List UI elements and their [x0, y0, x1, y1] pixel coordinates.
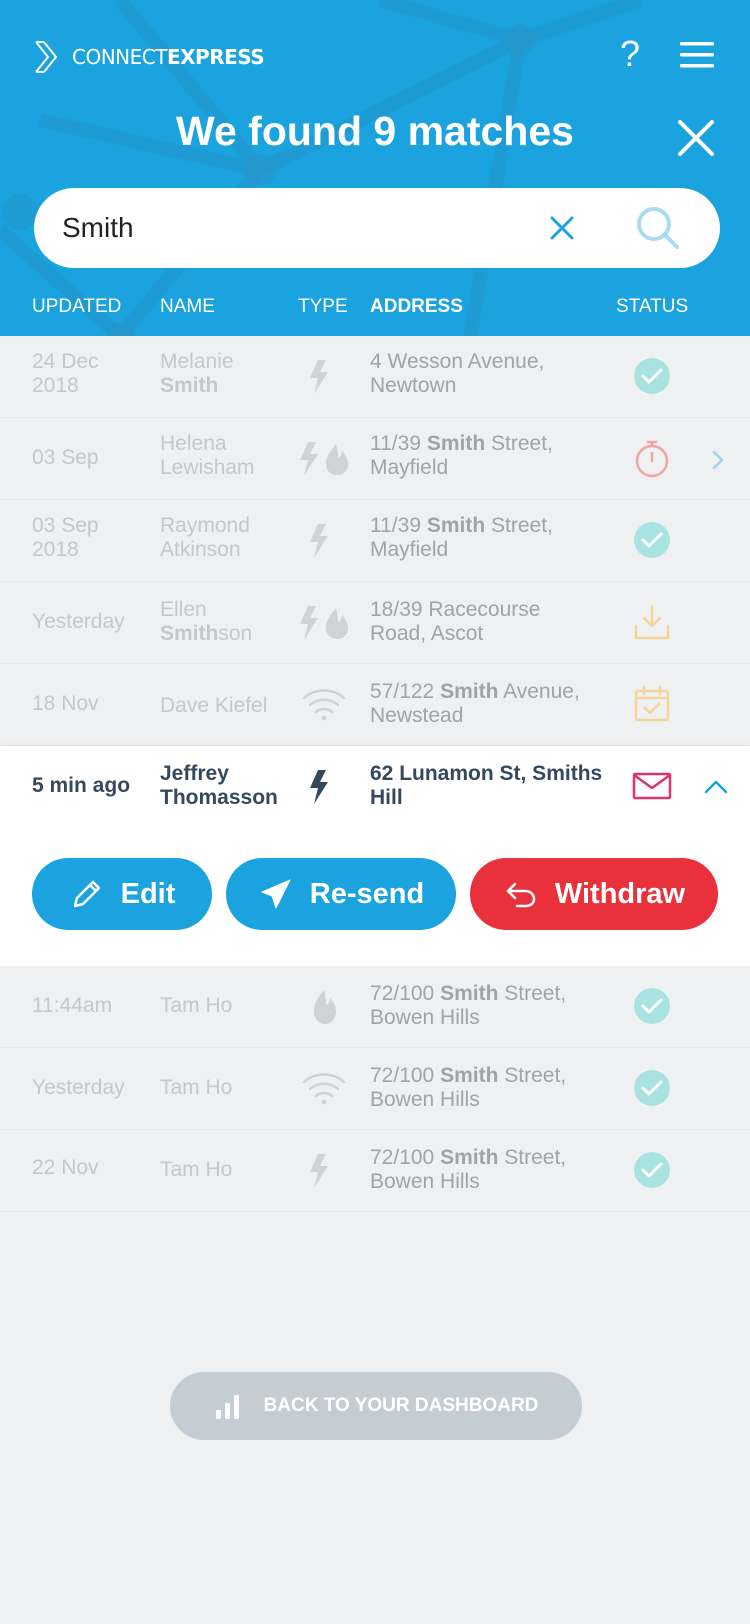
- row-name: Helena Lewisham: [160, 432, 255, 479]
- check-icon: [634, 1070, 670, 1106]
- row-updated: 03 Sep 2018: [32, 514, 99, 561]
- row-name: Tam Ho: [160, 1076, 233, 1099]
- search-icon[interactable]: [634, 204, 682, 252]
- table-row[interactable]: 22 Nov Tam Ho 72/100 Smith Street, Bowen …: [0, 1130, 750, 1212]
- help-button[interactable]: ?: [610, 32, 650, 76]
- row-updated: Yesterday: [32, 610, 125, 633]
- column-header-updated[interactable]: UPDATED: [32, 296, 121, 318]
- table-row[interactable]: 03 Sep Helena Lewisham 11/39 Smith Street…: [0, 418, 750, 500]
- electricity-gas-icon: [300, 606, 348, 640]
- chevron-up-icon[interactable]: [702, 774, 730, 798]
- row-address: 72/100 Smith Street, Bowen Hills: [370, 982, 567, 1029]
- row-name: Tam Ho: [160, 1158, 233, 1181]
- check-icon: [634, 358, 670, 394]
- expanded-updated: 5 min ago: [32, 774, 131, 797]
- row-address: 11/39 Smith Street, Mayfield: [370, 432, 553, 479]
- stopwatch-icon: [635, 440, 669, 478]
- row-name: Tam Ho: [160, 994, 233, 1017]
- resend-button[interactable]: Re-send: [226, 858, 456, 930]
- row-name: Ellen Smithson: [160, 598, 253, 645]
- table-row[interactable]: 18 Nov Dave Kiefel 57/122 Smith Avenue, N…: [0, 664, 750, 746]
- row-name: Melanie Smith: [160, 350, 234, 397]
- table-row[interactable]: 03 Sep 2018 Raymond Atkinson 11/39 Smith S…: [0, 500, 750, 582]
- table-row[interactable]: Yesterday Tam Ho 72/100 Smith Street, Bow…: [0, 1048, 750, 1130]
- hamburger-menu-icon[interactable]: [680, 40, 714, 70]
- expanded-address: 62 Lunamon St, Smiths Hill: [370, 762, 603, 809]
- expanded-name: Jeffrey Thomasson: [160, 762, 278, 809]
- mail-icon: [632, 772, 672, 800]
- calendar-check-icon: [634, 685, 670, 722]
- gas-flame-icon: [314, 990, 336, 1024]
- table-row[interactable]: 24 Dec 2018 Melanie Smith 4 Wesson Avenue,…: [0, 336, 750, 418]
- pencil-icon: [73, 880, 100, 908]
- chevron-right-icon[interactable]: [706, 448, 730, 472]
- electricity-icon: [310, 1154, 328, 1188]
- close-icon[interactable]: [676, 118, 716, 158]
- column-header-status[interactable]: STATUS: [616, 296, 688, 318]
- bar-chart-icon: [215, 1395, 239, 1419]
- expanded-row[interactable]: 5 min ago Jeffrey Thomasson 62 Lunamon St…: [0, 746, 750, 966]
- page-title: We found 9 matches: [176, 108, 574, 154]
- check-icon: [634, 988, 670, 1024]
- row-updated: 24 Dec 2018: [32, 350, 99, 397]
- search-bar: [34, 188, 720, 268]
- row-address: 72/100 Smith Street, Bowen Hills: [370, 1146, 567, 1193]
- row-updated: 18 Nov: [32, 692, 99, 715]
- row-address: 11/39 Smith Street, Mayfield: [370, 514, 553, 561]
- check-icon: [634, 522, 670, 558]
- back-to-dashboard-button[interactable]: BACK TO YOUR DASHBOARD: [170, 1372, 582, 1440]
- internet-wifi-icon: [302, 1073, 346, 1105]
- logo-text: CONNECTEXPRESS: [72, 45, 265, 69]
- paper-plane-icon: [261, 879, 291, 909]
- electricity-gas-icon: [300, 442, 348, 476]
- search-input[interactable]: [62, 206, 502, 250]
- column-header-address[interactable]: ADDRESS: [370, 296, 463, 318]
- withdraw-label: Withdraw: [554, 877, 686, 910]
- download-icon: [634, 604, 670, 640]
- column-header-name[interactable]: NAME: [160, 296, 215, 318]
- back-to-dashboard-label: BACK TO YOUR DASHBOARD: [263, 1395, 539, 1416]
- edit-button[interactable]: Edit: [32, 858, 212, 930]
- column-headers: UPDATED NAME TYPE ADDRESS STATUS: [0, 296, 750, 324]
- logo-text-bold: EXPRESS: [166, 45, 265, 69]
- check-icon: [634, 1152, 670, 1188]
- withdraw-button[interactable]: Withdraw: [470, 858, 718, 930]
- table-row[interactable]: Yesterday Ellen Smithson 18/39 Racecourse…: [0, 582, 750, 664]
- row-name: Dave Kiefel: [160, 694, 268, 717]
- resend-label: Re-send: [309, 877, 425, 910]
- undo-arrow-icon: [506, 882, 536, 908]
- row-address: 57/122 Smith Avenue, Newstead: [370, 680, 580, 727]
- row-address: 4 Wesson Avenue, Newtown: [370, 350, 545, 397]
- logo-text-light: CONNECT: [72, 45, 167, 69]
- internet-wifi-icon: [302, 689, 346, 721]
- row-updated: 22 Nov: [32, 1156, 99, 1179]
- row-address: 18/39 Racecourse Road, Ascot: [370, 598, 541, 645]
- clear-search-icon[interactable]: [542, 208, 582, 248]
- row-updated: Yesterday: [32, 1076, 125, 1099]
- row-updated: 11:44am: [32, 994, 113, 1017]
- electricity-icon: [310, 360, 328, 394]
- row-address: 72/100 Smith Street, Bowen Hills: [370, 1064, 567, 1111]
- app-logo[interactable]: CONNECTEXPRESS: [34, 40, 265, 74]
- table-row[interactable]: 11:44am Tam Ho 72/100 Smith Street, Bowen…: [0, 966, 750, 1048]
- row-name: Raymond Atkinson: [160, 514, 250, 561]
- app-header: CONNECTEXPRESS ? We found 9 matches UPDA…: [0, 0, 750, 336]
- column-header-type[interactable]: TYPE: [298, 296, 348, 318]
- edit-label: Edit: [120, 877, 176, 910]
- electricity-icon: [310, 770, 328, 804]
- logo-chevron-icon: [35, 41, 58, 73]
- row-updated: 03 Sep: [32, 446, 99, 469]
- electricity-icon: [310, 524, 328, 558]
